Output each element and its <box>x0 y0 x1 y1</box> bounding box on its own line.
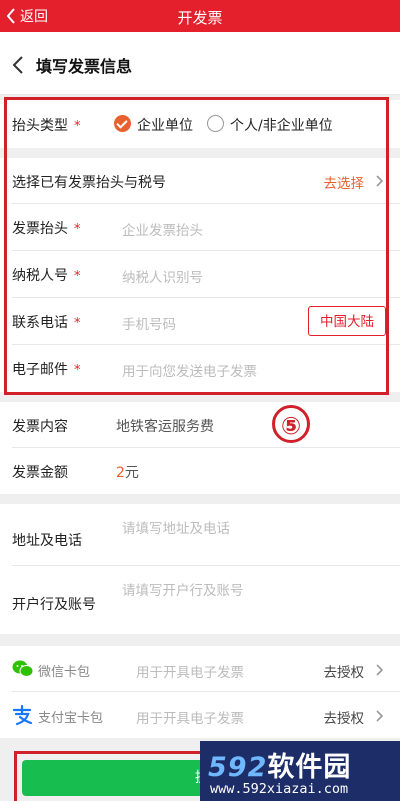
title-type-label: 抬头类型 * <box>12 118 81 134</box>
wechat-label: 微信卡包 <box>38 665 91 680</box>
email-input[interactable]: 用于向您发送电子发票 <box>122 360 257 380</box>
radio-checked-icon[interactable] <box>114 115 131 132</box>
form-title: 填写发票信息 <box>36 57 133 76</box>
alipay-wallet-row[interactable]: 支付宝卡包 用于开具电子发票 去授权 <box>0 692 400 738</box>
amount-value: 2元 <box>116 465 139 481</box>
address-row: 地址及电话 请填写地址及电话 <box>0 504 400 566</box>
wechat-wallet-row[interactable]: 微信卡包 用于开具电子发票 去授权 <box>0 646 400 692</box>
bank-row: 开户行及账号 请填写开户行及账号 <box>0 566 400 634</box>
address-label: 地址及电话 <box>12 533 82 549</box>
tax-id-input[interactable]: 纳税人识别号 <box>122 266 203 286</box>
select-existing-label: 选择已有发票抬头与税号 <box>12 175 166 191</box>
chevron-right-icon <box>376 175 384 187</box>
select-existing-row[interactable]: 选择已有发票抬头与税号 去选择 <box>0 158 400 204</box>
chevron-right-icon <box>376 664 384 676</box>
address-input[interactable]: 请填写地址及电话 <box>122 517 230 537</box>
watermark-logo: 592软件园 www.592xiazai.com <box>200 741 400 801</box>
wechat-icon <box>12 660 34 677</box>
wechat-hint: 用于开具电子发票 <box>136 665 244 681</box>
phone-label: 联系电话 * <box>12 315 81 331</box>
title-type-row: 抬头类型 * 企业单位 个人/非企业单位 <box>0 100 400 148</box>
region-button[interactable]: 中国大陆 <box>308 306 386 336</box>
watermark-url: www.592xiazai.com <box>210 781 349 797</box>
bank-label: 开户行及账号 <box>12 597 96 613</box>
select-action[interactable]: 去选择 <box>324 172 365 192</box>
alipay-hint: 用于开具电子发票 <box>136 711 244 727</box>
alipay-icon <box>12 704 33 726</box>
top-bar: 返回 开发票 <box>0 0 400 32</box>
invoice-title-input[interactable]: 企业发票抬头 <box>122 219 203 239</box>
chevron-left-icon[interactable] <box>12 56 24 74</box>
invoice-title-row: 发票抬头 * 企业发票抬头 <box>0 204 400 251</box>
option-enterprise[interactable]: 企业单位 <box>137 115 193 135</box>
watermark-title: 592软件园 <box>208 752 352 783</box>
phone-input[interactable]: 手机号码 <box>122 313 176 333</box>
sub-header: 填写发票信息 <box>0 32 400 95</box>
amount-label: 发票金额 <box>12 465 68 481</box>
amount-row: 发票金额 2元 <box>0 448 400 494</box>
option-personal[interactable]: 个人/非企业单位 <box>230 115 333 135</box>
radio-unchecked-icon[interactable] <box>207 115 224 132</box>
content-row: 发票内容 地铁客运服务费 <box>0 402 400 448</box>
wechat-authorize[interactable]: 去授权 <box>324 661 365 681</box>
phone-row: 联系电话 * 手机号码 中国大陆 <box>0 298 400 345</box>
email-label: 电子邮件 * <box>12 362 81 378</box>
tax-id-label: 纳税人号 * <box>12 268 81 284</box>
content-label: 发票内容 <box>12 419 68 435</box>
alipay-label: 支付宝卡包 <box>38 711 104 726</box>
tax-id-row: 纳税人号 * 纳税人识别号 <box>0 251 400 298</box>
page-title: 开发票 <box>177 9 223 27</box>
bank-input[interactable]: 请填写开户行及账号 <box>122 579 244 599</box>
content-value: 地铁客运服务费 <box>116 419 214 435</box>
step-number-badge: ⑤ <box>272 405 310 443</box>
chevron-right-icon <box>376 710 384 722</box>
email-row: 电子邮件 * 用于向您发送电子发票 <box>0 345 400 392</box>
alipay-authorize[interactable]: 去授权 <box>324 707 365 727</box>
invoice-title-label: 发票抬头 * <box>12 221 81 237</box>
